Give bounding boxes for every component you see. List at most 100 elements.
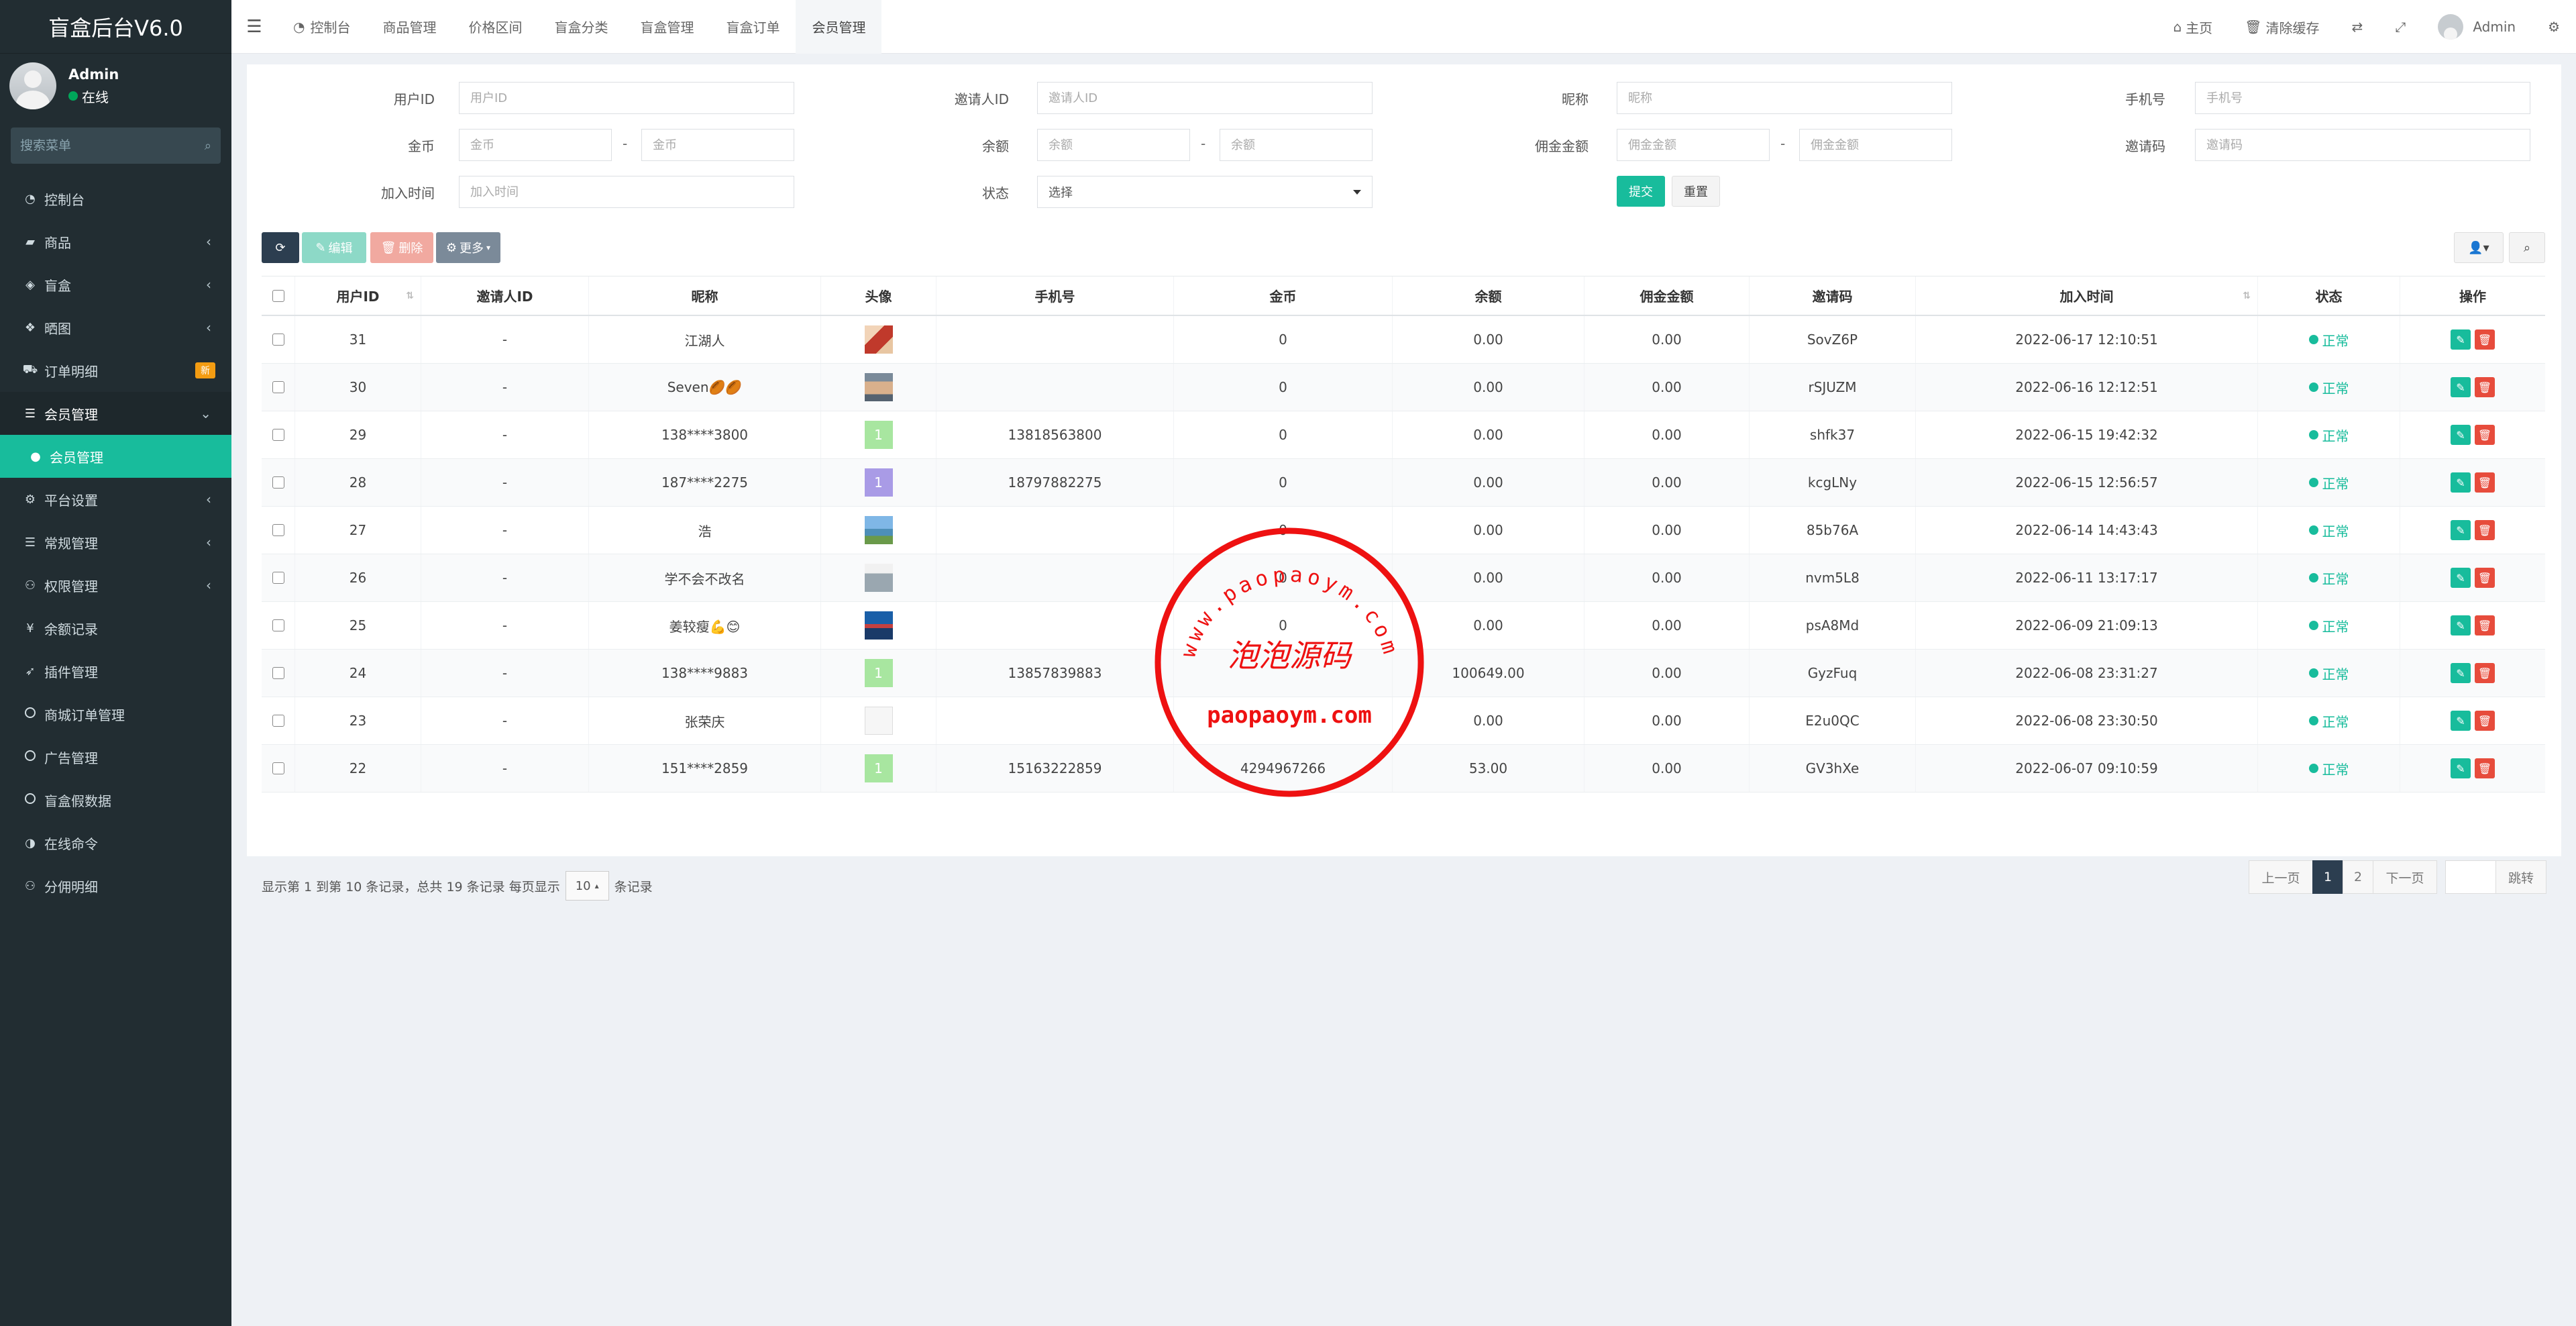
jump-page-input[interactable]	[2445, 860, 2496, 894]
status-select[interactable]: 选择	[1037, 176, 1373, 208]
gold-min-input[interactable]	[459, 129, 612, 161]
next-page-button[interactable]: 下一页	[2373, 860, 2437, 894]
member-avatar[interactable]: 1	[864, 421, 893, 449]
row-checkbox[interactable]	[272, 476, 284, 489]
inviter-id-input[interactable]	[1037, 82, 1373, 114]
invite-code-input[interactable]	[2195, 129, 2530, 161]
member-avatar[interactable]: 1	[864, 754, 893, 782]
sort-icon[interactable]: ⇅	[406, 291, 414, 301]
member-avatar[interactable]: 1	[864, 468, 893, 497]
user-id-input[interactable]	[459, 82, 794, 114]
row-delete-button[interactable]: 🗑	[2475, 520, 2495, 540]
column-header-time[interactable]: 加入时间 ⇅	[1916, 276, 2258, 315]
tab-1[interactable]: 商品管理	[366, 0, 452, 54]
row-checkbox[interactable]	[272, 667, 284, 679]
settings-button[interactable]: ⚙	[2532, 0, 2576, 54]
row-delete-button[interactable]: 🗑	[2475, 329, 2495, 350]
row-edit-button[interactable]: ✎	[2451, 520, 2471, 540]
page-size-select[interactable]: 10 ▴	[565, 871, 609, 901]
sidebar-item-11[interactable]: ➶ 插件管理	[0, 650, 231, 693]
row-edit-button[interactable]: ✎	[2451, 758, 2471, 778]
nickname-input[interactable]	[1617, 82, 1952, 114]
row-checkbox[interactable]	[272, 381, 284, 393]
search-icon[interactable]: ⌕	[205, 139, 211, 153]
sidebar-item-13[interactable]: 广告管理	[0, 735, 231, 778]
row-edit-button[interactable]: ✎	[2451, 711, 2471, 731]
row-delete-button[interactable]: 🗑	[2475, 758, 2495, 778]
row-delete-button[interactable]: 🗑	[2475, 377, 2495, 397]
sidebar-item-6[interactable]: ● 会员管理	[0, 435, 231, 478]
delete-button[interactable]: 🗑 删除	[370, 232, 433, 263]
clear-cache-button[interactable]: 🗑 清除缓存	[2229, 0, 2335, 54]
row-checkbox[interactable]	[272, 619, 284, 631]
sidebar-item-4[interactable]: ⛟ 订单明细 新	[0, 349, 231, 392]
member-avatar[interactable]	[864, 611, 893, 640]
admin-menu[interactable]: Admin	[2422, 0, 2532, 54]
row-edit-button[interactable]: ✎	[2451, 663, 2471, 683]
row-delete-button[interactable]: 🗑	[2475, 663, 2495, 683]
row-delete-button[interactable]: 🗑	[2475, 711, 2495, 731]
sidebar-item-12[interactable]: 商城订单管理	[0, 693, 231, 735]
row-checkbox[interactable]	[272, 524, 284, 536]
balance-max-input[interactable]	[1220, 129, 1373, 161]
row-edit-button[interactable]: ✎	[2451, 568, 2471, 588]
tab-6[interactable]: 会员管理	[796, 0, 882, 54]
column-header-id[interactable]: 用户ID ⇅	[295, 276, 421, 315]
edit-button[interactable]: ✎ 编辑	[302, 232, 366, 263]
search-toggle-button[interactable]: ⌕	[2509, 232, 2545, 263]
reset-button[interactable]: 重置	[1672, 176, 1720, 207]
jump-button[interactable]: 跳转	[2496, 860, 2546, 894]
tab-4[interactable]: 盲盒管理	[624, 0, 710, 54]
member-avatar[interactable]: 1	[864, 659, 893, 687]
row-edit-button[interactable]: ✎	[2451, 472, 2471, 493]
tab-5[interactable]: 盲盒订单	[710, 0, 796, 54]
sidebar-search-input[interactable]	[20, 138, 205, 153]
member-avatar[interactable]	[864, 707, 893, 735]
sidebar-item-8[interactable]: ☰ 常规管理 ‹	[0, 521, 231, 564]
more-button[interactable]: ⚙ 更多 ▾	[436, 232, 500, 263]
sidebar-item-9[interactable]: ⚇ 权限管理 ‹	[0, 564, 231, 607]
member-avatar[interactable]	[864, 325, 893, 354]
fullscreen-button[interactable]: ⤢	[2379, 0, 2422, 54]
row-checkbox[interactable]	[272, 572, 284, 584]
select-all-checkbox[interactable]	[272, 289, 284, 302]
tab-0[interactable]: ◔ 控制台	[277, 0, 366, 54]
row-edit-button[interactable]: ✎	[2451, 425, 2471, 445]
row-delete-button[interactable]: 🗑	[2475, 472, 2495, 493]
sidebar-item-0[interactable]: ◔ 控制台	[0, 177, 231, 220]
sidebar-item-16[interactable]: ⚇ 分佣明细	[0, 864, 231, 907]
member-avatar[interactable]	[864, 564, 893, 592]
refresh-button[interactable]: ⟳	[262, 232, 299, 263]
row-edit-button[interactable]: ✎	[2451, 377, 2471, 397]
row-edit-button[interactable]: ✎	[2451, 329, 2471, 350]
page-button-1[interactable]: 1	[2312, 860, 2343, 894]
row-checkbox[interactable]	[272, 334, 284, 346]
row-checkbox[interactable]	[272, 429, 284, 441]
row-delete-button[interactable]: 🗑	[2475, 615, 2495, 635]
menu-toggle-icon[interactable]: ☰	[231, 0, 277, 54]
phone-input[interactable]	[2195, 82, 2530, 114]
row-edit-button[interactable]: ✎	[2451, 615, 2471, 635]
sort-icon[interactable]: ⇅	[2243, 291, 2251, 301]
page-button-2[interactable]: 2	[2343, 860, 2373, 894]
commission-max-input[interactable]	[1799, 129, 1952, 161]
member-avatar[interactable]	[864, 373, 893, 401]
tab-2[interactable]: 价格区间	[452, 0, 538, 54]
member-avatar[interactable]	[864, 516, 893, 544]
home-link[interactable]: ⌂ 主页	[2157, 0, 2229, 54]
sidebar-item-14[interactable]: 盲盒假数据	[0, 778, 231, 821]
app-logo[interactable]: 盲盒后台V6.0	[0, 0, 231, 54]
gold-max-input[interactable]	[641, 129, 794, 161]
sidebar-item-3[interactable]: ❖ 晒图 ‹	[0, 306, 231, 349]
row-checkbox[interactable]	[272, 762, 284, 774]
sidebar-item-5[interactable]: ☰ 会员管理 ⌄	[0, 392, 231, 435]
sidebar-item-2[interactable]: ◈ 盲盒 ‹	[0, 263, 231, 306]
sidebar-item-10[interactable]: ¥ 余额记录	[0, 607, 231, 650]
join-time-input[interactable]	[459, 176, 794, 208]
tab-3[interactable]: 盲盒分类	[538, 0, 624, 54]
sidebar-item-1[interactable]: ▰ 商品 ‹	[0, 220, 231, 263]
sidebar-item-15[interactable]: ◑ 在线命令	[0, 821, 231, 864]
language-button[interactable]: ⇄	[2336, 0, 2379, 54]
commission-min-input[interactable]	[1617, 129, 1770, 161]
submit-button[interactable]: 提交	[1617, 176, 1665, 207]
